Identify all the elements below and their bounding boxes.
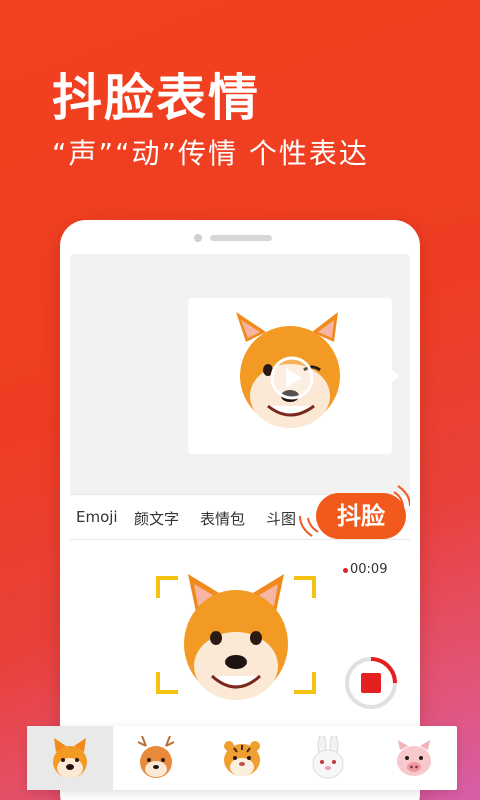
phone-screen: Emoji 颜文字 表情包 斗图 抖脸 00:09 xyxy=(70,254,410,800)
tab-meme-battle[interactable]: 斗图 xyxy=(266,508,296,529)
doulian-button[interactable]: 抖脸 xyxy=(316,493,406,539)
avatar-option-rabbit[interactable] xyxy=(285,726,371,790)
tiger-icon xyxy=(224,741,260,776)
pig-icon xyxy=(397,740,431,776)
shiba-dog-icon xyxy=(184,574,288,700)
tab-emoji[interactable]: Emoji xyxy=(76,508,118,526)
avatar-option-pig[interactable] xyxy=(371,726,457,790)
avatar-option-deer[interactable] xyxy=(113,726,199,790)
camera-dot xyxy=(194,234,202,242)
recording-dot-icon xyxy=(343,568,348,573)
shiba-dog-icon xyxy=(53,738,87,778)
record-timer: 00:09 xyxy=(350,562,388,577)
avatar-option-tiger[interactable] xyxy=(199,726,285,790)
avatar-option-dog[interactable] xyxy=(27,726,113,790)
deer-icon xyxy=(137,736,175,778)
phone-mockup: Emoji 颜文字 表情包 斗图 抖脸 00:09 xyxy=(60,220,420,800)
tab-kaomoji[interactable]: 颜文字 xyxy=(134,508,179,529)
tab-sticker-pack[interactable]: 表情包 xyxy=(200,508,245,529)
headline: 抖脸表情 xyxy=(52,69,260,127)
stop-icon xyxy=(361,673,381,693)
subheadline: “声”“动”传情 个性表达 xyxy=(52,137,369,170)
speaker-grille xyxy=(210,235,272,241)
avatar-picker xyxy=(27,726,457,790)
message-bubble[interactable] xyxy=(188,298,400,454)
shiba-dog-icon xyxy=(236,312,340,428)
record-button[interactable] xyxy=(344,656,398,710)
rabbit-icon xyxy=(312,736,344,779)
chat-area xyxy=(70,254,410,494)
